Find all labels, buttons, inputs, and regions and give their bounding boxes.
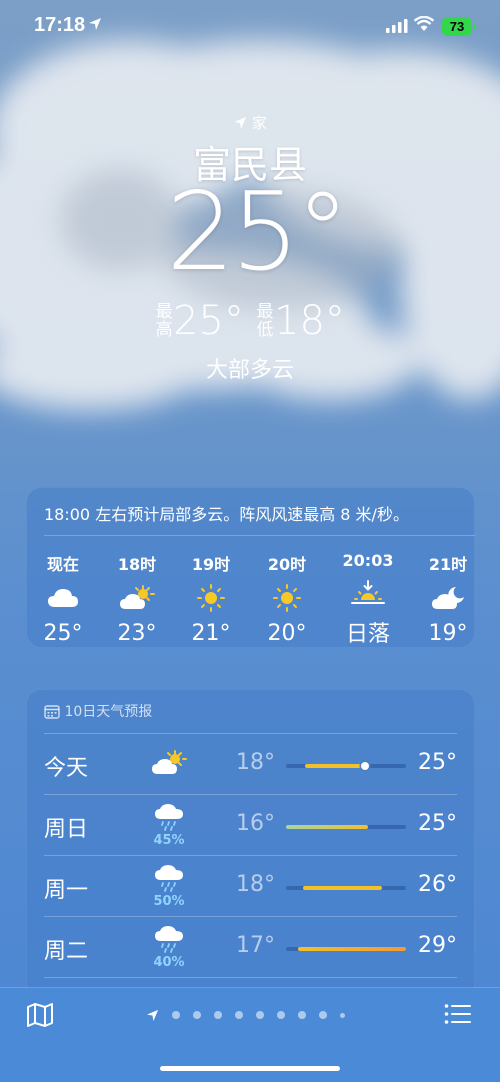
temp-range-fill — [302, 886, 382, 890]
precip-chance: 45% — [153, 833, 185, 848]
page-dot — [277, 1011, 285, 1019]
battery-level: 73 — [449, 19, 465, 34]
page-dot — [235, 1011, 243, 1019]
day-row[interactable]: 今天 18° 25° — [44, 733, 457, 794]
hour-label: 20时 — [267, 555, 307, 574]
rain-cloud-icon — [155, 804, 183, 831]
day-label: 今天 — [44, 756, 89, 781]
day-row[interactable]: 周日 45% 16° 25° — [44, 794, 457, 855]
temp-range-fill — [305, 764, 368, 768]
hour-item: 现在 25° — [28, 551, 98, 646]
current-temperature: 25° — [166, 170, 349, 295]
hourly-forecast-card[interactable]: 18:00 左右预计局部多云。阵风风速最高 8 米/秒。 现在 25° 18时 … — [26, 487, 475, 648]
sunset-icon — [351, 580, 385, 604]
sun-icon — [197, 584, 225, 612]
hour-item: 21时 19° — [413, 551, 483, 646]
high-temp: 25° — [173, 298, 244, 344]
day-low: 16° — [236, 811, 275, 836]
list-icon[interactable] — [444, 1002, 472, 1026]
status-time: 17:18 — [34, 14, 86, 36]
day-high: 25° — [418, 750, 457, 775]
cellular-signal-icon — [386, 19, 408, 33]
high-label: 最高 — [155, 302, 173, 340]
partly-sunny-icon — [152, 750, 187, 774]
hour-label: 19时 — [191, 555, 231, 574]
temp-range-bar — [286, 825, 406, 829]
day-low: 18° — [236, 750, 275, 775]
day-row[interactable]: 周一 50% 18° 26° — [44, 855, 457, 916]
page-dot — [214, 1011, 222, 1019]
home-indicator[interactable] — [160, 1066, 340, 1071]
hour-temp: 23° — [117, 621, 157, 646]
day-low: 18° — [236, 872, 275, 897]
sunset-label: 日落 — [345, 622, 390, 647]
day-high: 26° — [418, 872, 457, 897]
page-dot — [298, 1011, 306, 1019]
hour-temp: 25° — [43, 621, 83, 646]
page-dot — [256, 1011, 264, 1019]
location-arrow-icon — [89, 18, 101, 30]
calendar-icon — [44, 704, 60, 719]
moon-cloud-icon — [432, 587, 464, 609]
page-dot — [319, 1011, 327, 1019]
low-label: 最低 — [256, 302, 274, 340]
hour-item: 18时 23° — [102, 551, 172, 646]
precip-chance: 50% — [153, 894, 185, 909]
temp-range-bar — [286, 947, 406, 951]
high-low: 最高25° 最低18° — [0, 296, 500, 344]
wifi-icon — [414, 16, 434, 31]
page-dot — [172, 1011, 180, 1019]
partly-sunny-icon — [120, 585, 155, 609]
location-tag: 家 — [0, 112, 500, 133]
divider — [44, 535, 475, 536]
map-icon[interactable] — [26, 1002, 54, 1028]
location-arrow-icon — [146, 1009, 159, 1021]
ten-day-header: 10日天气预报 — [44, 701, 152, 721]
temp-range-bar — [286, 886, 406, 890]
cloud-icon — [48, 589, 78, 607]
rain-cloud-icon — [155, 926, 183, 953]
hour-temp: 20° — [267, 621, 307, 646]
hour-label: 21时 — [428, 555, 468, 574]
battery-tip — [473, 23, 475, 30]
rain-cloud-icon — [155, 865, 183, 892]
day-low: 17° — [236, 933, 275, 958]
page-dot — [193, 1011, 201, 1019]
location-tag-label: 家 — [251, 114, 267, 132]
hour-label: 18时 — [117, 555, 157, 574]
status-bar: 17:18 73 — [0, 0, 500, 52]
day-label: 周日 — [44, 817, 89, 842]
location-arrow-icon — [234, 116, 247, 129]
hour-item: 20:03 日落 — [333, 551, 403, 648]
page-indicator[interactable] — [146, 1008, 358, 1022]
day-row[interactable]: 周二 40% 17° 29° — [44, 916, 457, 977]
hour-item: 20时 20° — [252, 551, 322, 646]
page-dot — [340, 1012, 345, 1018]
temp-range-fill — [286, 825, 368, 829]
temp-range-fill — [298, 947, 406, 951]
hour-label: 20:03 — [342, 551, 394, 570]
current-temp-dot — [361, 762, 370, 770]
day-high: 29° — [418, 933, 457, 958]
day-high: 25° — [418, 811, 457, 836]
day-label: 周一 — [44, 878, 89, 903]
hour-temp: 19° — [428, 621, 468, 646]
condition-text: 大部多云 — [205, 358, 294, 383]
hour-item: 19时 21° — [176, 551, 246, 646]
ten-day-forecast-card[interactable]: 10日天气预报 今天 18° 25° 周日 45% 16° 25° 周一 50%… — [26, 689, 475, 1009]
hour-label: 现在 — [46, 555, 79, 574]
low-temp: 18° — [274, 298, 345, 344]
hour-temp: 21° — [191, 621, 231, 646]
battery-indicator: 73 — [442, 17, 472, 36]
temp-range-bar — [286, 762, 406, 770]
hourly-summary: 18:00 左右预计局部多云。阵风风速最高 8 米/秒。 — [44, 505, 409, 524]
precip-chance: 40% — [153, 955, 185, 970]
sun-icon — [273, 584, 301, 612]
day-label: 周二 — [44, 939, 89, 964]
ten-day-title: 10日天气预报 — [64, 704, 153, 720]
